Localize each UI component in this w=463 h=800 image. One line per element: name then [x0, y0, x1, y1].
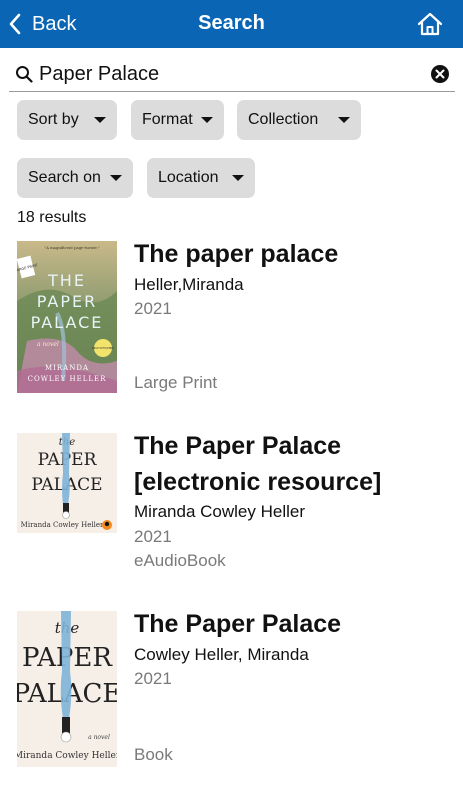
collection-dropdown[interactable]: Collection	[237, 100, 361, 140]
result-format: Large Print	[134, 373, 218, 392]
result-year: 2021	[134, 299, 172, 318]
result-item[interactable]: LARGE PRINT "A magnificent page-turner."…	[0, 240, 463, 395]
sort-by-label: Sort by	[28, 111, 79, 128]
location-dropdown[interactable]: Location	[147, 158, 255, 198]
result-year: 2021	[134, 527, 172, 546]
result-author: Cowley Heller, Miranda	[134, 645, 309, 664]
caret-down-icon	[201, 117, 213, 123]
location-label: Location	[158, 169, 219, 186]
results-count: 18 results	[17, 209, 87, 226]
back-button[interactable]: Back	[8, 8, 76, 40]
cover-blurb: "A magnificent page-turner."	[44, 245, 99, 250]
result-title[interactable]: The paper palace	[134, 236, 454, 272]
format-label: Format	[142, 111, 193, 128]
book-cover: LARGE PRINT "A magnificent page-turner."…	[17, 241, 117, 393]
book-cover-art: the PAPER PALACE a novel Miranda Cowley …	[17, 611, 117, 767]
cover-title-line: PALACE	[31, 313, 104, 332]
search-bar	[9, 56, 455, 92]
result-year: 2021	[134, 669, 172, 688]
cover-subtitle: a novel	[88, 734, 110, 741]
sort-by-dropdown[interactable]: Sort by	[17, 100, 117, 140]
format-dropdown[interactable]: Format	[131, 100, 224, 140]
nav-bar: Back Search	[0, 0, 463, 48]
caret-down-icon	[338, 117, 350, 123]
cover-author-line: MIRANDA	[45, 364, 89, 372]
cover-author-line: Miranda Cowley Heller	[21, 521, 104, 529]
result-format: eAudioBook	[134, 551, 226, 570]
cover-sticker: READ WITH JENNA	[92, 347, 114, 350]
search-on-dropdown[interactable]: Search on	[17, 158, 133, 198]
caret-down-icon	[110, 175, 122, 181]
chevron-left-icon	[9, 13, 21, 35]
search-on-label: Search on	[28, 169, 101, 186]
book-cover-art: LARGE PRINT "A magnificent page-turner."…	[17, 241, 117, 393]
caret-down-icon	[94, 117, 106, 123]
cover-subtitle: a novel	[37, 341, 59, 348]
back-label: Back	[32, 12, 77, 35]
book-cover: the PAPER PALACE Miranda Cowley Heller	[17, 433, 117, 533]
home-icon[interactable]	[417, 11, 443, 37]
book-cover-art: the PAPER PALACE Miranda Cowley Heller	[17, 433, 117, 533]
result-author: Miranda Cowley Heller	[134, 502, 306, 521]
result-item[interactable]: the PAPER PALACE Miranda Cowley Heller T…	[0, 430, 463, 580]
result-title[interactable]: The Paper Palace	[134, 606, 454, 642]
cover-author-line: COWLEY HELLER	[28, 375, 107, 383]
caret-down-icon	[232, 175, 244, 181]
cover-author-line: Miranda Cowley Heller	[17, 751, 117, 761]
cover-title-line: THE	[47, 271, 86, 290]
cover-title-line: PAPER	[37, 292, 97, 311]
search-input[interactable]	[39, 59, 419, 89]
result-format: Book	[134, 745, 173, 764]
book-cover: the PAPER PALACE a novel Miranda Cowley …	[17, 611, 117, 767]
result-item[interactable]: the PAPER PALACE a novel Miranda Cowley …	[0, 610, 463, 768]
search-icon	[16, 66, 33, 83]
result-author: Heller,Miranda	[134, 275, 244, 294]
clear-search-icon[interactable]	[431, 65, 449, 83]
result-title[interactable]: The Paper Palace [electronic resource]	[134, 428, 454, 500]
collection-label: Collection	[248, 111, 319, 128]
